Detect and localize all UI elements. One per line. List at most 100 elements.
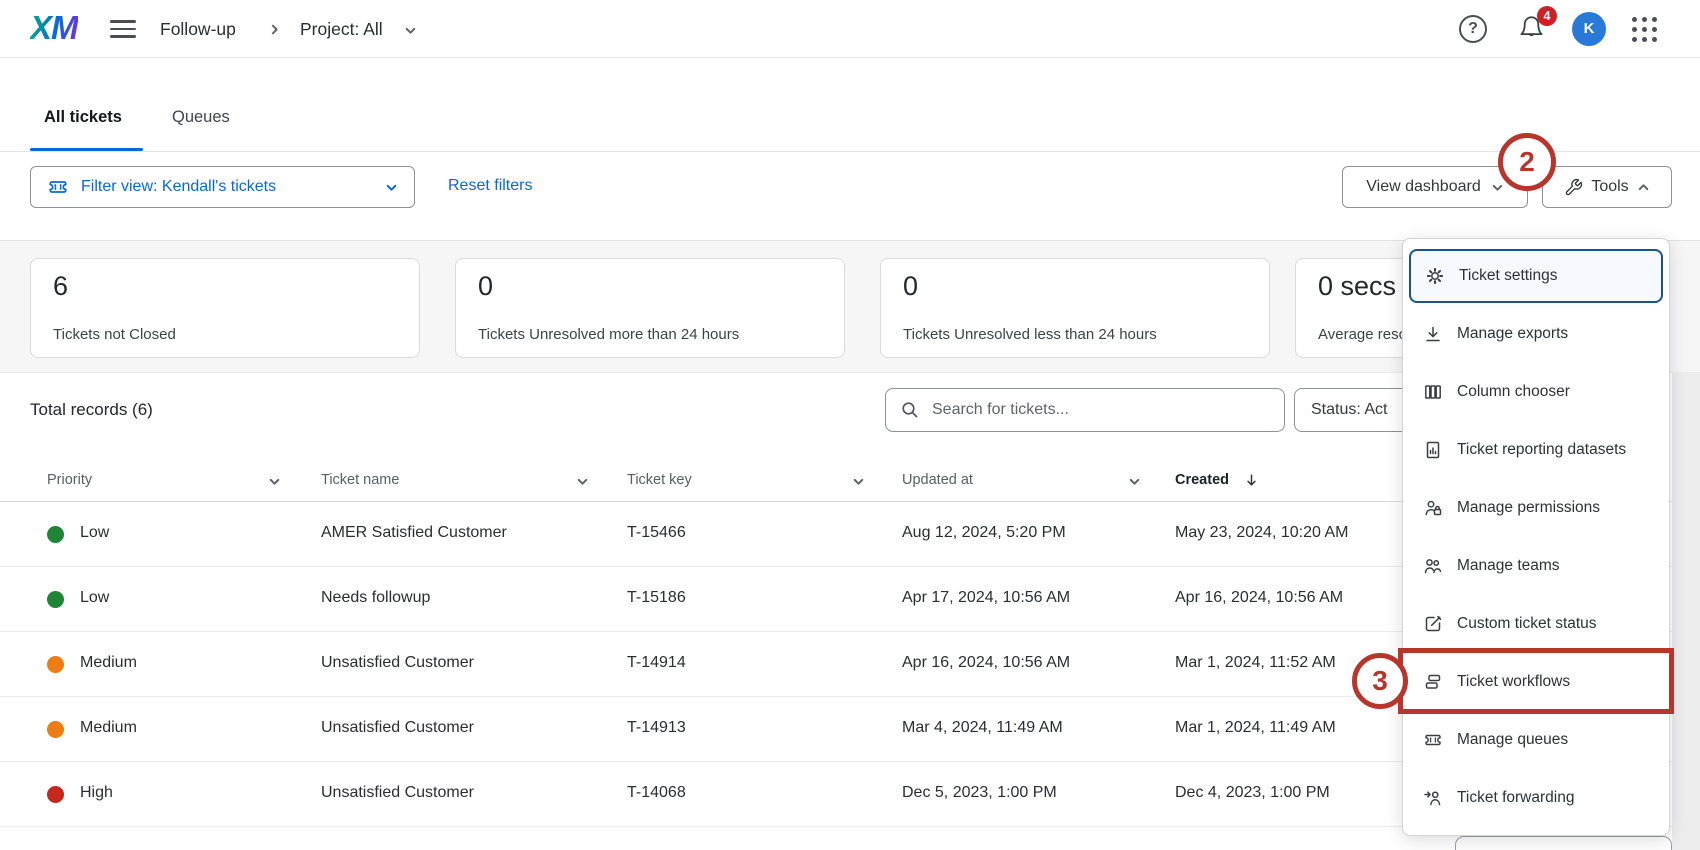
help-icon[interactable]: ? — [1459, 15, 1487, 43]
chevron-down-icon — [385, 181, 398, 194]
tools-button[interactable]: Tools — [1542, 166, 1672, 208]
breadcrumb-project-scope[interactable]: Project: All — [300, 0, 383, 58]
top-bar: XM Follow-up Project: All ? 4 K — [0, 0, 1700, 58]
ticket-icon — [1423, 730, 1443, 750]
workflow-icon — [1423, 672, 1443, 692]
stat-value: 0 — [903, 271, 918, 302]
filter-view-label: Filter view: Kendall's tickets — [81, 178, 276, 196]
cell-ticket-key: T-15186 — [627, 589, 686, 607]
columns-icon — [1423, 382, 1443, 402]
partially-visible-button[interactable] — [1455, 836, 1672, 850]
chevron-up-icon — [1637, 181, 1650, 194]
stat-card-not-closed: 6 Tickets not Closed — [30, 258, 420, 358]
app-grid-icon[interactable] — [1632, 17, 1658, 43]
tab-queues[interactable]: Queues — [172, 108, 230, 127]
stat-label: Average reso — [1318, 326, 1407, 343]
gear-icon — [1425, 266, 1445, 286]
reset-filters-link[interactable]: Reset filters — [448, 177, 532, 195]
cell-ticket-name: Unsatisfied Customer — [321, 654, 474, 672]
cell-ticket-name: AMER Satisfied Customer — [321, 524, 507, 542]
cell-ticket-key: T-15466 — [627, 524, 686, 542]
stat-value: 6 — [53, 271, 68, 302]
cell-created: Dec 4, 2023, 1:00 PM — [1175, 784, 1330, 802]
menu-item-ticket-workflows[interactable]: Ticket workflows — [1403, 653, 1669, 711]
tabs-divider — [0, 151, 1700, 152]
column-header-ticket-name[interactable]: Ticket name — [321, 472, 399, 488]
cell-created: Apr 16, 2024, 10:56 AM — [1175, 589, 1343, 607]
chevron-down-icon[interactable] — [404, 24, 417, 37]
search-input[interactable] — [932, 401, 1252, 419]
column-header-priority[interactable]: Priority — [47, 472, 92, 488]
user-avatar[interactable]: K — [1572, 12, 1606, 46]
chevron-down-icon[interactable] — [852, 475, 865, 488]
annotation-step-3: 3 — [1352, 653, 1408, 709]
cell-created: Mar 1, 2024, 11:49 AM — [1175, 719, 1336, 737]
cell-priority: High — [80, 784, 113, 802]
priority-dot — [47, 656, 64, 673]
menu-item-label: Ticket settings — [1459, 267, 1558, 285]
breadcrumb-project-name[interactable]: Follow-up — [160, 0, 236, 58]
search-icon — [900, 400, 920, 420]
cell-updated-at: Mar 4, 2024, 11:49 AM — [902, 719, 1063, 737]
cell-ticket-name: Unsatisfied Customer — [321, 784, 474, 802]
cell-updated-at: Dec 5, 2023, 1:00 PM — [902, 784, 1057, 802]
stat-label: Tickets Unresolved less than 24 hours — [903, 326, 1157, 343]
priority-dot — [47, 721, 64, 738]
edit-icon — [1423, 614, 1443, 634]
menu-item-custom-ticket-status[interactable]: Custom ticket status — [1403, 595, 1669, 653]
menu-item-manage-queues[interactable]: Manage queues — [1403, 711, 1669, 769]
tab-all-tickets[interactable]: All tickets — [44, 108, 122, 127]
column-header-ticket-key[interactable]: Ticket key — [627, 472, 692, 488]
stat-label: Tickets not Closed — [53, 326, 176, 343]
xm-logo[interactable]: XM — [30, 9, 78, 47]
menu-item-ticket-settings[interactable]: Ticket settings — [1409, 249, 1663, 303]
priority-dot — [47, 526, 64, 543]
menu-item-label: Manage queues — [1457, 731, 1568, 749]
sort-descending-icon[interactable] — [1245, 473, 1258, 488]
cell-created: Mar 1, 2024, 11:52 AM — [1175, 654, 1336, 672]
priority-dot — [47, 786, 64, 803]
cell-ticket-key: T-14914 — [627, 654, 686, 672]
menu-item-label: Custom ticket status — [1457, 615, 1597, 633]
stat-value: 0 secs — [1318, 271, 1396, 302]
menu-item-ticket-forwarding[interactable]: Ticket forwarding — [1403, 769, 1669, 827]
menu-item-ticket-reporting-datasets[interactable]: Ticket reporting datasets — [1403, 421, 1669, 479]
menu-item-label: Manage teams — [1457, 557, 1560, 575]
cell-ticket-name: Needs followup — [321, 589, 430, 607]
column-header-created[interactable]: Created — [1175, 472, 1229, 488]
tools-menu: Ticket settings Manage exports Column ch… — [1402, 238, 1670, 836]
hamburger-menu-icon[interactable] — [110, 20, 136, 38]
ticket-icon — [47, 176, 69, 198]
menu-item-manage-exports[interactable]: Manage exports — [1403, 305, 1669, 363]
chevron-right-icon — [268, 23, 281, 36]
menu-item-label: Manage permissions — [1457, 499, 1600, 517]
menu-item-label: Column chooser — [1457, 383, 1570, 401]
report-document-icon — [1423, 440, 1443, 460]
cell-ticket-name: Unsatisfied Customer — [321, 719, 474, 737]
download-icon — [1423, 324, 1443, 344]
cell-updated-at: Apr 17, 2024, 10:56 AM — [902, 589, 1070, 607]
cell-priority: Low — [80, 589, 109, 607]
notification-count-badge: 4 — [1537, 6, 1557, 26]
person-lock-icon — [1423, 498, 1443, 518]
chevron-down-icon[interactable] — [576, 475, 589, 488]
chevron-down-icon[interactable] — [1128, 475, 1141, 488]
priority-dot — [47, 591, 64, 608]
annotation-step-2: 2 — [1498, 133, 1556, 191]
menu-item-label: Ticket workflows — [1457, 673, 1570, 691]
cell-updated-at: Apr 16, 2024, 10:56 AM — [902, 654, 1070, 672]
menu-item-manage-permissions[interactable]: Manage permissions — [1403, 479, 1669, 537]
total-records-label: Total records (6) — [30, 400, 153, 420]
tools-label: Tools — [1591, 178, 1628, 196]
status-filter-label: Status: Act — [1311, 401, 1387, 419]
search-box[interactable] — [885, 388, 1285, 432]
menu-item-label: Ticket forwarding — [1457, 789, 1574, 807]
stat-card-unresolved-less-24h: 0 Tickets Unresolved less than 24 hours — [880, 258, 1270, 358]
menu-item-manage-teams[interactable]: Manage teams — [1403, 537, 1669, 595]
cell-ticket-key: T-14913 — [627, 719, 686, 737]
menu-item-column-chooser[interactable]: Column chooser — [1403, 363, 1669, 421]
column-header-updated-at[interactable]: Updated at — [902, 472, 973, 488]
filter-view-dropdown[interactable]: Filter view: Kendall's tickets — [30, 166, 415, 208]
chevron-down-icon[interactable] — [268, 475, 281, 488]
stat-value: 0 — [478, 271, 493, 302]
